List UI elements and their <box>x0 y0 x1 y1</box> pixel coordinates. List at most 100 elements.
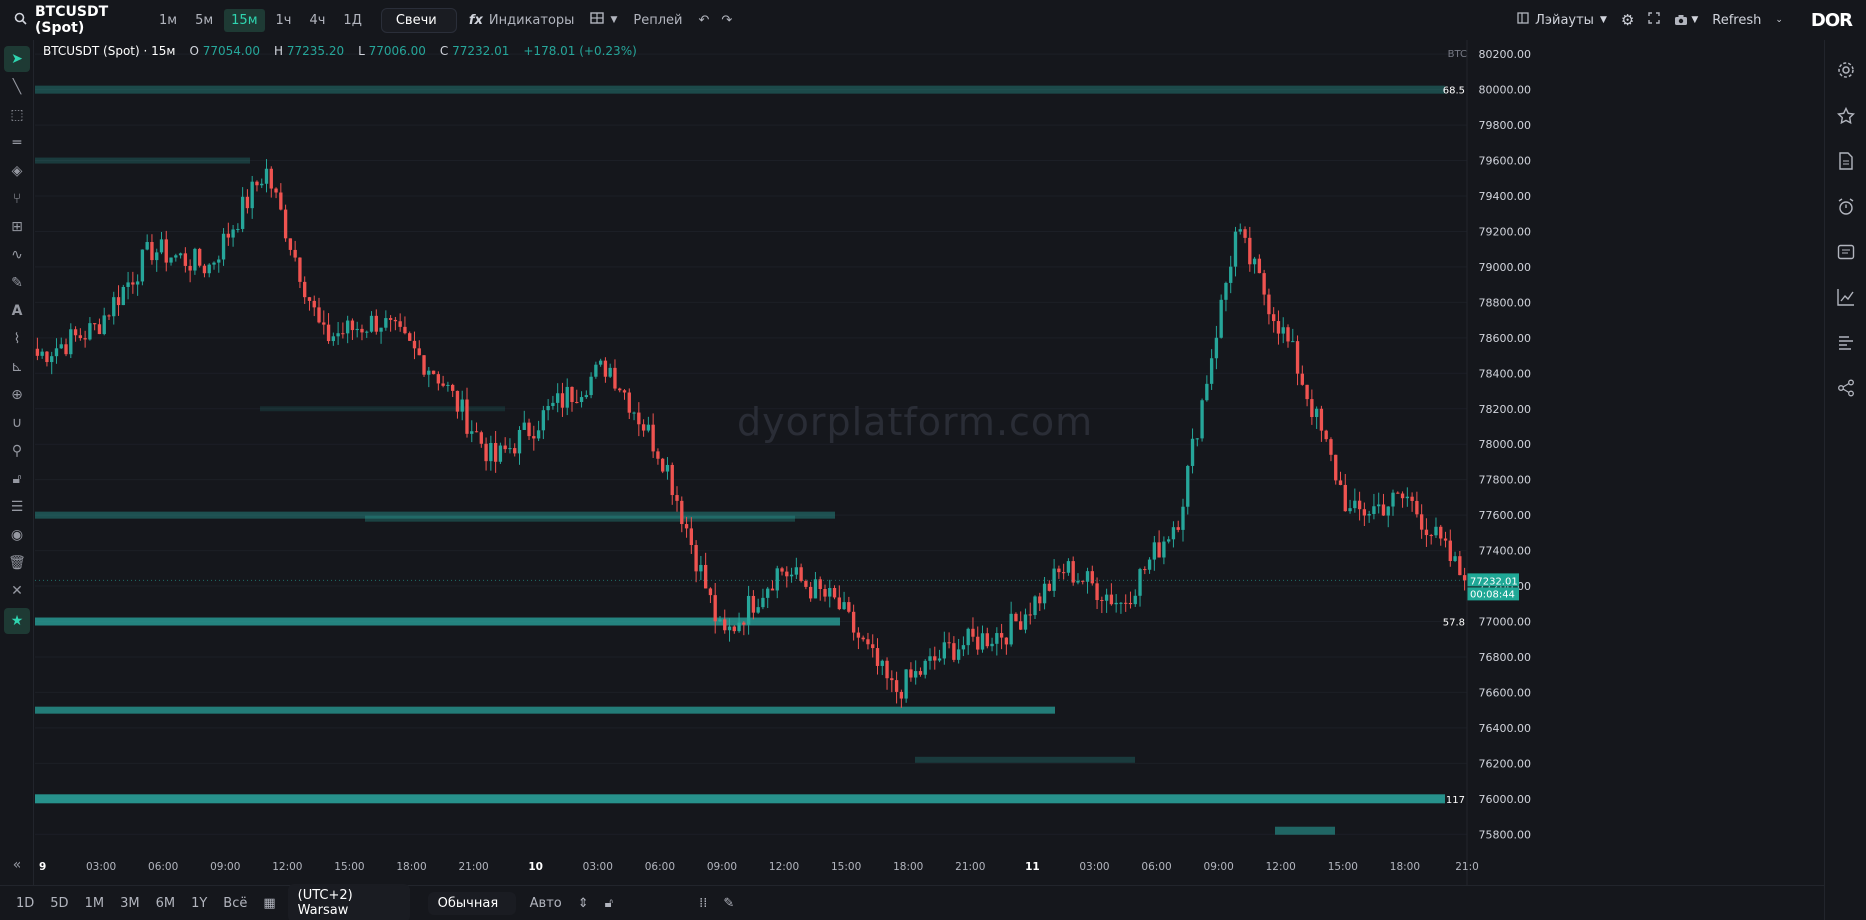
calendar-icon[interactable]: ▦ <box>255 896 283 911</box>
remove-all-tool[interactable]: ✕ <box>4 578 30 604</box>
alarm-icon[interactable] <box>1834 195 1858 219</box>
pin-tool[interactable]: ⚲ <box>4 438 30 464</box>
channel-tool[interactable]: ═ <box>4 130 30 156</box>
scale-mode-select[interactable]: Обычная <box>427 891 516 915</box>
shape-tool[interactable]: ⬚ <box>4 102 30 128</box>
range-button[interactable]: 3M <box>112 896 148 911</box>
range-button[interactable]: 5D <box>42 896 76 911</box>
range-button[interactable]: Всё <box>215 896 255 911</box>
timeframe-button[interactable]: 1ч <box>269 9 299 32</box>
lock-scale-icon[interactable]: 🔓︎ <box>597 896 621 911</box>
candle-body <box>1319 408 1324 431</box>
candle-body <box>727 626 732 631</box>
cursor-tool[interactable]: ➤ <box>4 46 30 72</box>
candle-body <box>961 645 966 650</box>
candlestick-chart[interactable]: 80200.00 80000.00 79800.00 79600.00 79400.00… <box>35 40 1824 885</box>
layouts-button[interactable]: Лэйауты ▼ <box>1517 12 1607 28</box>
range-button[interactable]: 1M <box>77 896 113 911</box>
measure-tool[interactable]: ⊾ <box>4 354 30 380</box>
price-tick-label: 78400.00 <box>1479 367 1532 380</box>
timeframe-button[interactable]: 4ч <box>302 9 332 32</box>
candle-body <box>923 660 927 675</box>
range-button[interactable]: 1D <box>8 896 42 911</box>
candle-body <box>1448 540 1452 561</box>
candle-body <box>933 656 937 661</box>
pattern-tool[interactable]: ⌇ <box>4 326 30 352</box>
price-tick-label: 76400.00 <box>1479 722 1532 735</box>
brush-tool[interactable]: ✎ <box>4 270 30 296</box>
volume-profile-label: 57.8 <box>1443 618 1465 629</box>
magnet-tool[interactable]: ∪ <box>4 410 30 436</box>
timeframe-button[interactable]: 5м <box>188 9 220 32</box>
price-tick-label: 77600.00 <box>1479 509 1532 522</box>
price-tick-label: 76600.00 <box>1479 686 1532 699</box>
timeframe-button[interactable]: 1м <box>152 9 184 32</box>
candle-body <box>360 328 364 333</box>
candle-body <box>1262 273 1266 295</box>
chart-pane[interactable]: 80200.00 80000.00 79800.00 79600.00 79400.00… <box>35 40 1824 885</box>
candle-body <box>971 628 975 637</box>
timeframe-button[interactable]: 15м <box>224 8 265 32</box>
candle-body <box>131 282 135 285</box>
zoom-tool[interactable]: ⊕ <box>4 382 30 408</box>
trendline-tool[interactable]: ╲ <box>4 74 30 100</box>
fork-tool[interactable]: ⑂ <box>4 186 30 212</box>
drag-handle-icon[interactable]: ⁞⁞ <box>691 896 715 911</box>
candle-body <box>713 595 717 622</box>
last-price-label: 77232.01 <box>1470 576 1518 587</box>
lock-tool[interactable]: 🔓︎ <box>4 466 30 492</box>
range-button[interactable]: 6M <box>148 896 184 911</box>
chart-type-select[interactable]: Свечи <box>380 7 457 33</box>
candle-body <box>336 333 340 337</box>
visibility-tool[interactable]: ◉ <box>4 522 30 548</box>
candle-body <box>756 607 760 613</box>
chevron-down-icon: ▼ <box>610 15 618 25</box>
notes-icon[interactable] <box>1834 149 1858 173</box>
news-icon[interactable] <box>1834 240 1858 264</box>
undo-button[interactable]: ↶ <box>698 13 709 28</box>
auto-scale-button[interactable]: Авто <box>522 896 570 911</box>
vertical-arrows-icon[interactable]: ⇕ <box>570 896 597 911</box>
forecast-tool[interactable]: ∿ <box>4 242 30 268</box>
timezone-select[interactable]: (UTC+2) Warsaw <box>287 884 410 920</box>
fullscreen-icon[interactable] <box>1648 12 1661 28</box>
candle-body <box>1038 596 1042 604</box>
collapse-toolbar-button[interactable]: « <box>4 852 30 878</box>
candle-body <box>1028 614 1032 616</box>
layers-tool[interactable]: ◈ <box>4 158 30 184</box>
candle-body <box>918 671 923 675</box>
refresh-button[interactable]: Refresh <box>1712 13 1761 28</box>
text-tool[interactable]: A <box>4 298 30 324</box>
candle-body <box>1095 583 1099 601</box>
candle-body <box>1147 559 1152 570</box>
time-tick-label: 06:00 <box>1141 861 1171 873</box>
candle-body <box>221 233 226 260</box>
pin-icon: ⚲ <box>11 443 23 459</box>
grid-tool[interactable]: ⊞ <box>4 214 30 240</box>
candle-body <box>1386 506 1390 516</box>
redo-button[interactable]: ↷ <box>721 13 732 28</box>
candle-body <box>646 424 651 431</box>
watchlist-star-icon[interactable] <box>1834 104 1858 128</box>
replay-button[interactable]: Реплей <box>633 13 682 28</box>
settings-icon[interactable] <box>1834 58 1858 82</box>
range-button[interactable]: 1Y <box>183 896 215 911</box>
time-tick-label: 21:0 <box>1455 861 1479 873</box>
orderbook-icon[interactable] <box>1834 330 1858 354</box>
layout-grid-button[interactable]: ▼ <box>590 12 617 28</box>
camera-icon[interactable]: ▼ <box>1674 14 1698 26</box>
candle-body <box>751 595 756 613</box>
settings-gear-icon[interactable]: ⚙ <box>1621 11 1634 29</box>
favorites-tool[interactable]: ★ <box>4 608 30 634</box>
share-icon[interactable] <box>1834 376 1858 400</box>
candle-body <box>909 669 913 678</box>
chevron-down-icon[interactable]: ⌄ <box>1775 15 1783 25</box>
timeframe-button[interactable]: 1Д <box>336 9 368 32</box>
indicators-button[interactable]: fx Индикаторы <box>469 13 575 28</box>
analytics-chart-icon[interactable] <box>1834 285 1858 309</box>
candle-body <box>422 355 426 375</box>
pencil-icon[interactable]: ✎ <box>715 896 742 911</box>
symbol-search[interactable]: BTCUSDT (Spot) <box>0 4 150 36</box>
delete-tool[interactable]: 🗑︎ <box>4 550 30 576</box>
object-tree-tool[interactable]: ☰ <box>4 494 30 520</box>
